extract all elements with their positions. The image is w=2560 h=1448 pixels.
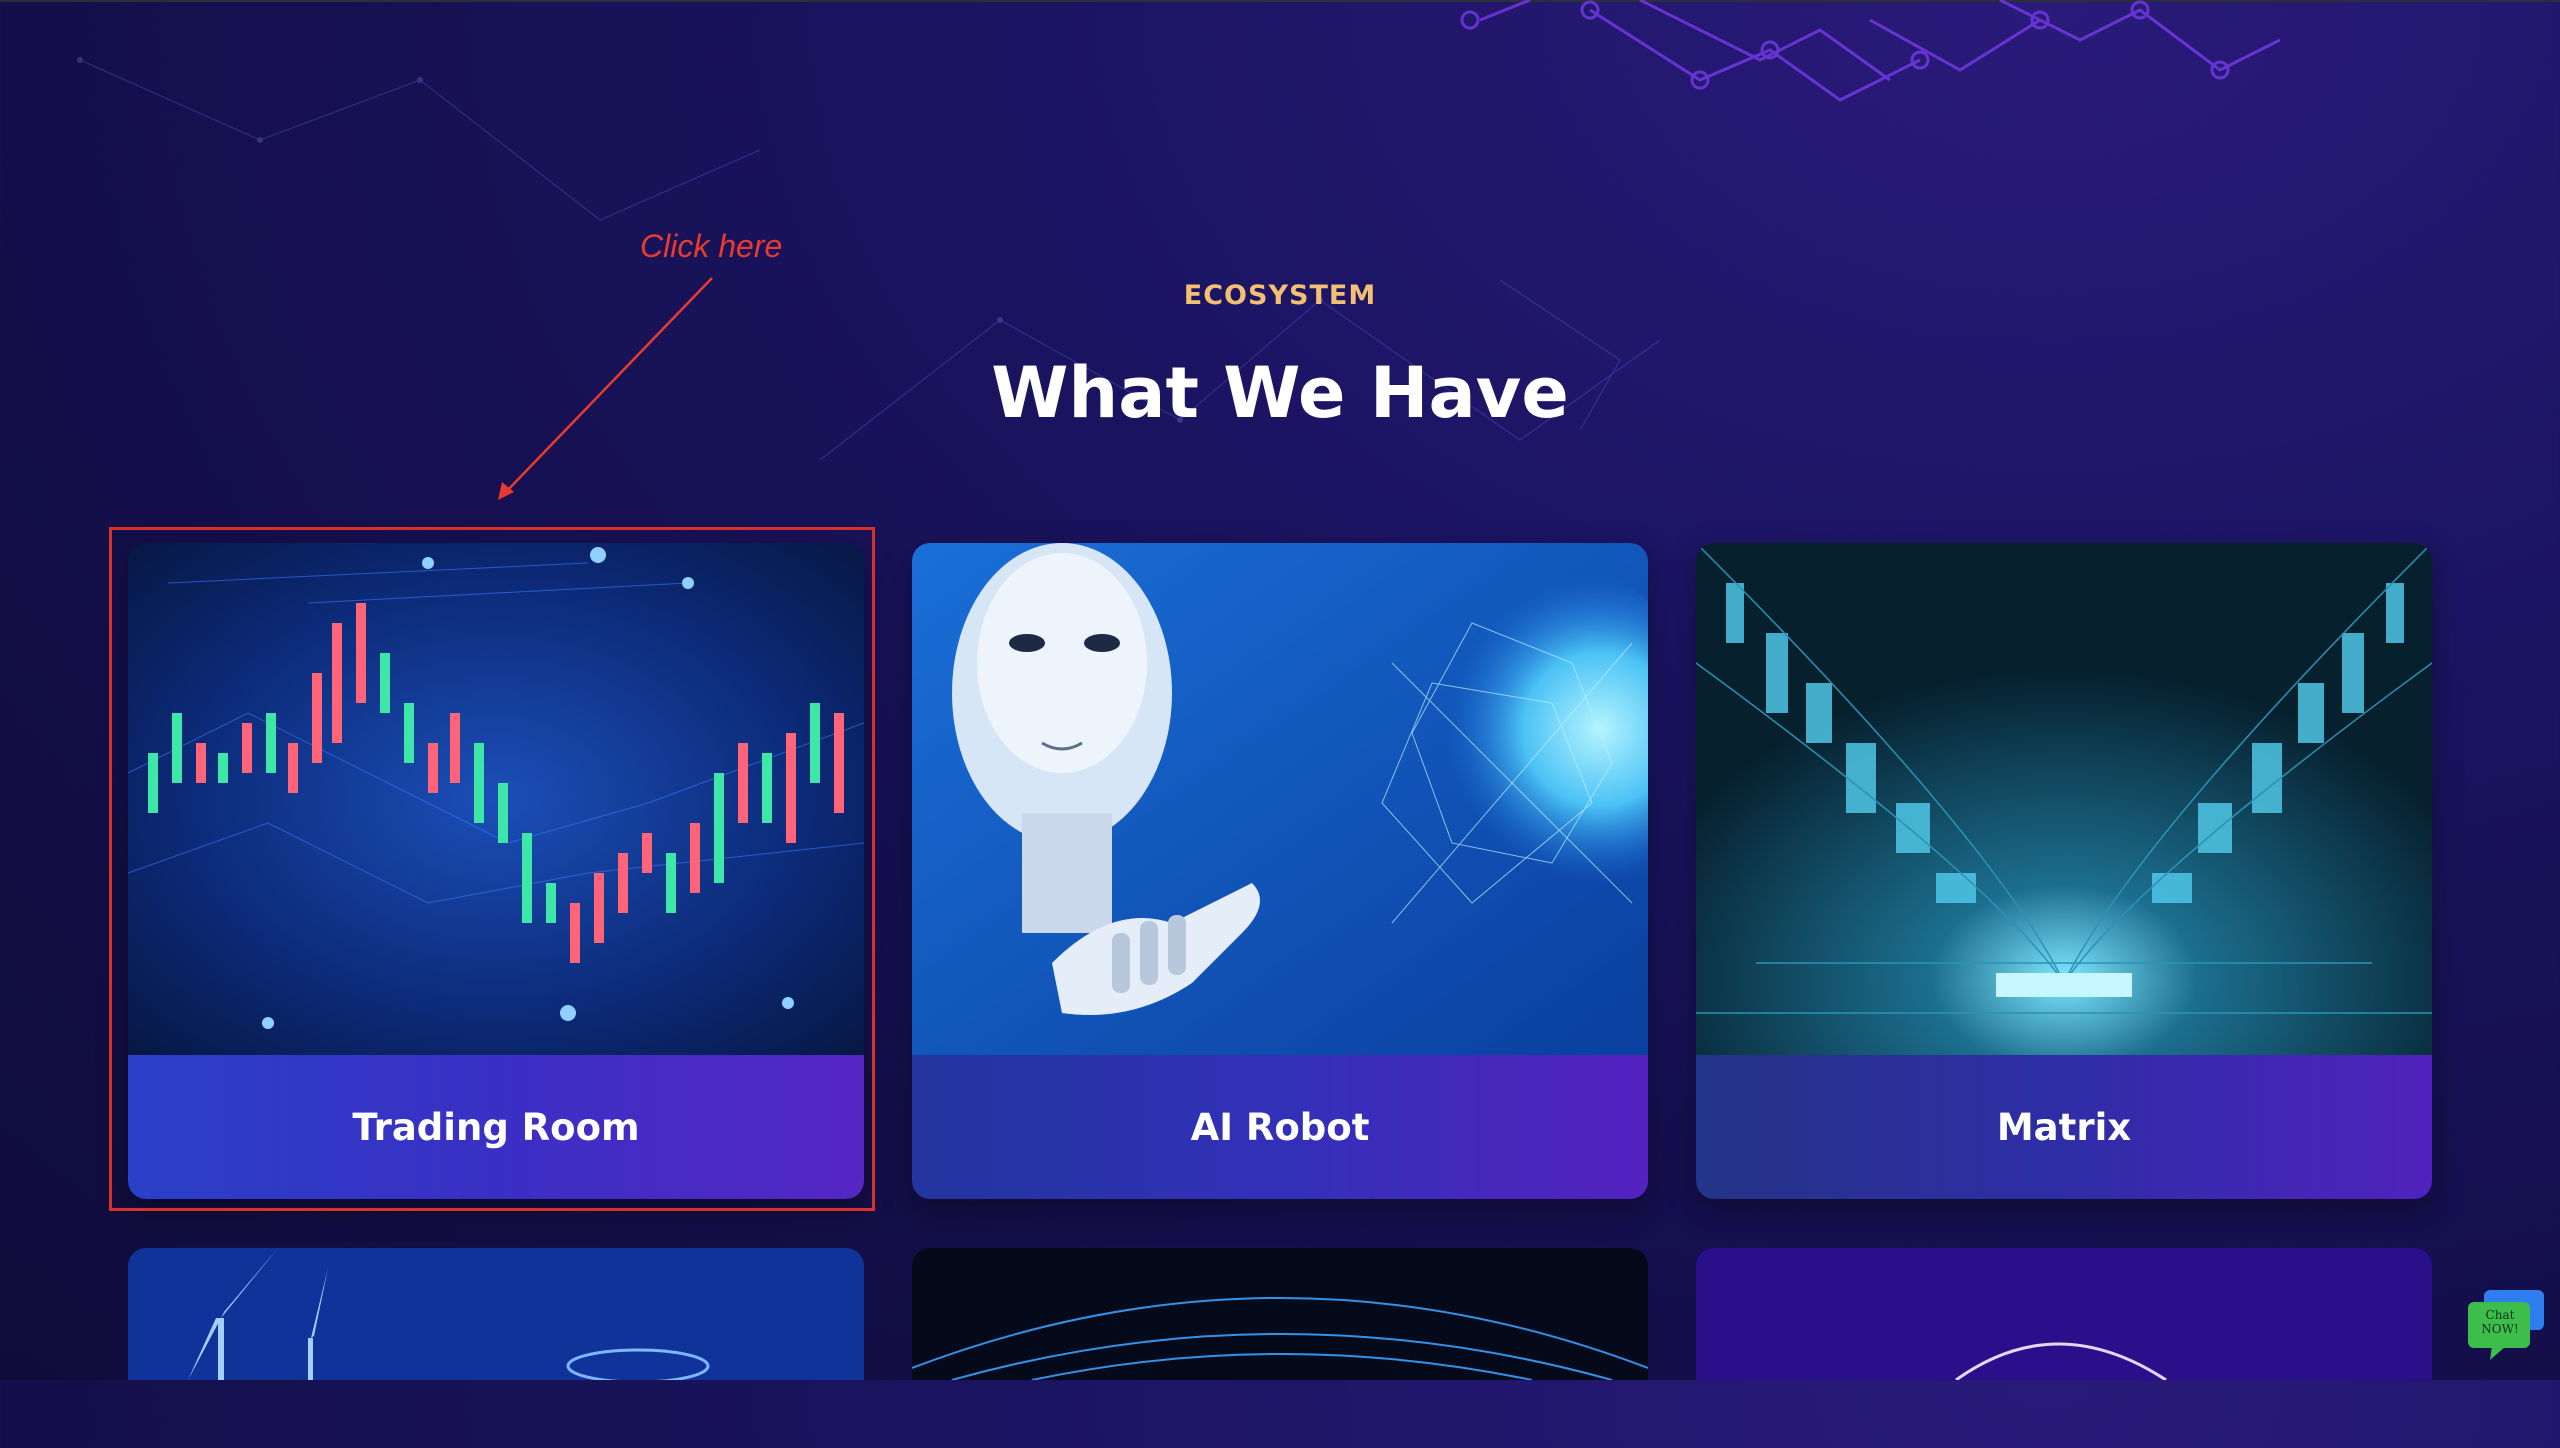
section-eyebrow: ECOSYSTEM [1183,280,1377,311]
card-sphere[interactable] [1696,1248,2432,1448]
card-title: AI Robot [912,1055,1648,1199]
data-corridor-image [1696,543,2432,1055]
robot-image [912,543,1648,1055]
chat-label[interactable]: Chat NOW! [2474,1308,2526,1336]
card-matrix[interactable]: Matrix [1696,543,2432,1199]
wind-turbine-image [128,1248,864,1380]
card-network[interactable] [912,1248,1648,1448]
annotation-arrow-icon [498,277,713,500]
network-globe-image [912,1248,1648,1380]
circuit-decoration [1460,0,2280,102]
card-wind-energy[interactable] [128,1248,864,1448]
section-title: What We Have [991,352,1569,434]
card-title: Matrix [1696,1055,2432,1199]
card-ai-robot[interactable]: AI Robot [912,543,1648,1199]
annotation-label: Click here [640,228,783,264]
purple-sphere-image [1696,1248,2432,1380]
annotation-highlight-box [109,527,875,1211]
